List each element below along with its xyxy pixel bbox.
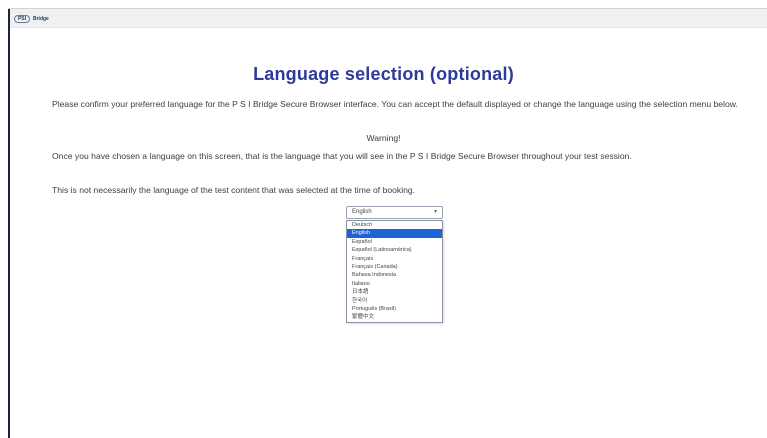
language-option[interactable]: 日本語 [347,288,442,296]
language-option[interactable]: Português (Brasil) [347,305,442,313]
language-option[interactable]: 한국어 [347,297,442,305]
intro-text: Please confirm your preferred language f… [52,99,738,109]
logo-wordmark: Bridge [33,15,49,22]
logo-badge: PSI [14,14,30,23]
language-option[interactable]: 繁體中文 [347,313,442,321]
language-option[interactable]: Français [347,255,442,263]
language-option[interactable]: Deutsch [347,221,442,229]
language-option[interactable]: Italiano [347,280,442,288]
language-dropdown-list: Deutsch English Español Español (Latinoamér… [346,220,443,323]
warning-text: Once you have chosen a language on this … [52,151,632,161]
language-option[interactable]: Español [347,238,442,246]
language-option[interactable]: English [347,229,442,238]
browser-window: PSI Bridge Language selection (optional)… [0,0,767,438]
page-title: Language selection (optional) [253,64,514,84]
language-option[interactable]: Bahasa Indonesia [347,271,442,279]
header-bar: PSI Bridge [10,9,767,28]
warning-heading: Warning! [366,133,401,143]
language-option[interactable]: Español (Latinoamérica) [347,246,442,254]
chevron-down-icon: ▾ [433,209,437,215]
language-select[interactable]: English ▾ [346,206,443,219]
psi-logo: PSI Bridge [14,13,49,24]
booking-note: This is not necessarily the language of … [52,185,416,195]
language-option[interactable]: Français (Canada) [347,263,442,271]
language-select-value: English [352,209,372,215]
